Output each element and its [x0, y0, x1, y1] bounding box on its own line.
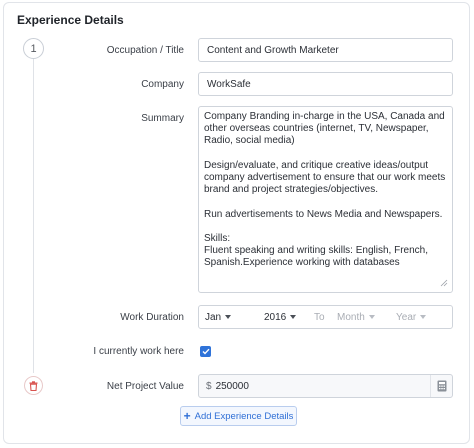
start-year-select[interactable]: 2016 — [264, 306, 297, 328]
start-month-select[interactable]: Jan — [205, 306, 232, 328]
chevron-down-icon — [368, 315, 375, 319]
net-project-value-label: Net Project Value — [106, 381, 184, 392]
work-duration-label: Work Duration — [120, 312, 184, 323]
end-year-select[interactable]: Year — [396, 306, 427, 328]
add-experience-details-label: Add Experience Details — [194, 410, 294, 422]
end-year-placeholder: Year — [396, 311, 417, 323]
net-project-value-field[interactable]: $ 250000 — [198, 374, 453, 398]
plus-icon: + — [183, 409, 191, 423]
start-year-value: 2016 — [264, 311, 287, 323]
check-icon — [202, 348, 210, 355]
summary-label: Summary — [141, 113, 184, 124]
end-month-select[interactable]: Month — [337, 306, 375, 328]
currently-work-label: I currently work here — [93, 346, 184, 357]
company-label: Company — [141, 79, 184, 90]
timeline-line — [33, 59, 34, 373]
start-month-value: Jan — [205, 311, 222, 323]
company-input[interactable] — [207, 78, 444, 90]
work-duration-field: Jan 2016 To Month Year — [198, 305, 453, 329]
chevron-down-icon — [290, 315, 297, 319]
occupation-label: Occupation / Title — [106, 45, 184, 56]
currently-work-checkbox[interactable] — [200, 346, 211, 357]
occupation-input[interactable] — [207, 44, 444, 56]
currency-symbol: $ — [206, 380, 212, 392]
chevron-down-icon — [225, 315, 232, 319]
section-title: Experience Details — [17, 13, 124, 27]
add-experience-details-button[interactable]: + Add Experience Details — [180, 406, 297, 426]
company-field[interactable] — [198, 72, 453, 96]
end-month-placeholder: Month — [337, 311, 365, 323]
calculator-button[interactable] — [430, 375, 452, 397]
chevron-down-icon — [420, 315, 427, 319]
resize-grip-icon[interactable] — [440, 279, 448, 287]
to-label: To — [314, 311, 325, 323]
summary-textarea[interactable]: Company Branding in-charge in the USA, C… — [204, 111, 447, 288]
occupation-field[interactable] — [198, 38, 453, 62]
net-project-value[interactable]: 250000 — [216, 381, 249, 392]
calculator-icon — [437, 380, 446, 392]
summary-field[interactable]: Company Branding in-charge in the USA, C… — [198, 106, 453, 293]
